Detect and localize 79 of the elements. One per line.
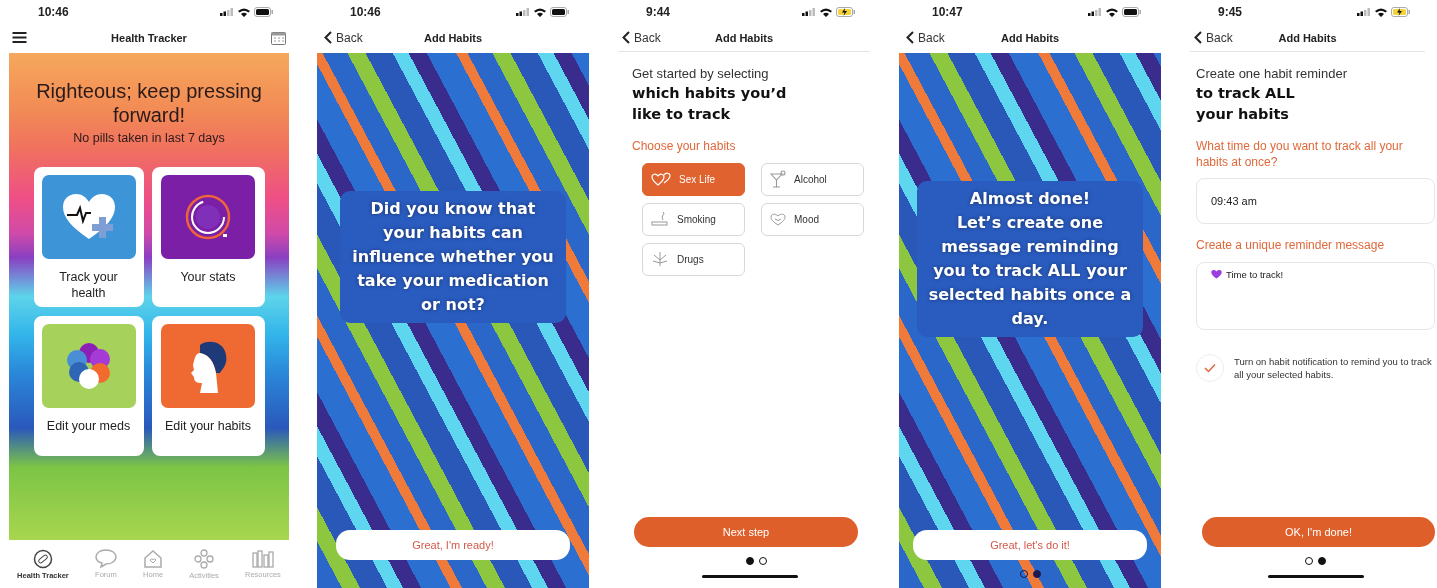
- habit-option[interactable]: Smoking: [642, 202, 745, 236]
- message-field[interactable]: Time to track!: [1196, 261, 1435, 330]
- status-time: 9:45: [1218, 5, 1243, 19]
- tile-card[interactable]: Edit your habits: [151, 316, 265, 456]
- message-label: Create a unique reminder message: [1196, 238, 1386, 254]
- signal-icon: [1357, 8, 1371, 16]
- wifi-icon: [534, 7, 546, 17]
- back-button[interactable]: Back: [324, 30, 368, 45]
- page-dot[interactable]: [1318, 557, 1326, 565]
- page-dot[interactable]: [745, 557, 754, 565]
- chevron-left-icon: [622, 31, 630, 44]
- confirm-button[interactable]: OK, I'm done!: [1202, 517, 1435, 547]
- section-label: Choose your habits: [632, 139, 737, 155]
- screen-title: Add Habits: [1000, 31, 1060, 44]
- screen-title: Add Habits: [1278, 31, 1337, 44]
- cigarette-icon: [651, 212, 669, 227]
- tile-label: Edit your habits: [164, 418, 252, 435]
- two-hearts-icon: [651, 172, 671, 187]
- signal-icon: [220, 8, 234, 16]
- wifi-icon: [1106, 7, 1118, 17]
- motivation-heading: Righteous; keep pressing forward!: [35, 79, 263, 127]
- splash-message: Almost done! Let’s create one message reminding you to track ALL your selected habits once a day.: [917, 181, 1143, 338]
- status-time: 10:46: [38, 5, 69, 19]
- check-icon: [1204, 362, 1216, 373]
- screen-title: Add Habits: [714, 31, 774, 44]
- signal-icon: [516, 8, 530, 16]
- headline: which habits you’d like to track: [632, 84, 788, 124]
- speech-bubble-icon: [94, 549, 117, 568]
- books-icon: [251, 549, 274, 568]
- page-dot[interactable]: [1032, 570, 1041, 578]
- cocktail-glass-icon: [770, 170, 786, 189]
- back-button[interactable]: Back: [906, 30, 950, 45]
- habit-option[interactable]: Mood: [761, 202, 864, 236]
- intro-text: Get started by selecting: [632, 66, 770, 81]
- habit-option[interactable]: Drugs: [642, 242, 745, 276]
- confirm-button[interactable]: Great, I'm ready!: [336, 530, 570, 560]
- chevron-left-icon: [906, 31, 914, 44]
- screen-title: Add Habits: [423, 31, 483, 44]
- habit-option[interactable]: Sex Life: [642, 162, 745, 196]
- heart-icon: [1211, 268, 1222, 279]
- confirm-button[interactable]: Great, let's do it!: [913, 530, 1147, 560]
- tile-label: Track your health: [58, 269, 119, 302]
- wifi-icon: [238, 7, 250, 17]
- heart-face-icon: [770, 212, 786, 227]
- signal-icon: [802, 8, 816, 16]
- controller-pad-icon: [194, 548, 215, 569]
- house-icon: [143, 549, 164, 568]
- screen-title: Health Tracker: [111, 31, 187, 44]
- back-button[interactable]: Back: [622, 30, 666, 45]
- status-time: 9:44: [646, 5, 671, 19]
- wifi-icon: [820, 7, 832, 17]
- signal-icon: [1088, 8, 1102, 16]
- tile-label: Your stats: [180, 269, 236, 286]
- time-question: What time do you want to track all your habits at once?: [1196, 139, 1404, 171]
- notification-label: Turn on habit notification to remind you to track all your selected habits.: [1234, 354, 1433, 382]
- tile-card[interactable]: Your stats: [151, 167, 265, 307]
- headline: to track ALL your habits: [1196, 84, 1296, 124]
- pill-summary: No pills taken in last 7 days: [73, 131, 225, 145]
- menu-icon[interactable]: [12, 32, 27, 43]
- wifi-icon: [1375, 7, 1387, 17]
- heart-plus-icon: [60, 193, 117, 241]
- status-time: 10:47: [932, 5, 963, 19]
- chevron-left-icon: [1194, 31, 1202, 44]
- back-button[interactable]: Back: [1194, 30, 1238, 45]
- tile-card[interactable]: Edit your meds: [33, 316, 144, 456]
- tile-card[interactable]: Track your health: [33, 167, 144, 307]
- message-value: Time to track!: [1226, 268, 1284, 280]
- time-field[interactable]: 09:43 am: [1196, 178, 1435, 225]
- confirm-button[interactable]: Next step: [634, 517, 858, 547]
- intro-text: Create one habit reminder: [1196, 66, 1349, 81]
- pill-circle-icon: [32, 548, 53, 569]
- leaf-icon: [651, 250, 669, 269]
- calendar-icon[interactable]: [271, 30, 286, 45]
- tile-label: Edit your meds: [46, 418, 131, 435]
- chevron-left-icon: [324, 31, 332, 44]
- status-time: 10:46: [350, 5, 381, 19]
- habit-option[interactable]: Alcohol: [761, 162, 864, 196]
- splash-message: Did you know that your habits can influence whether you take your medication or not?: [340, 191, 566, 323]
- ring-chart-icon: [183, 192, 233, 242]
